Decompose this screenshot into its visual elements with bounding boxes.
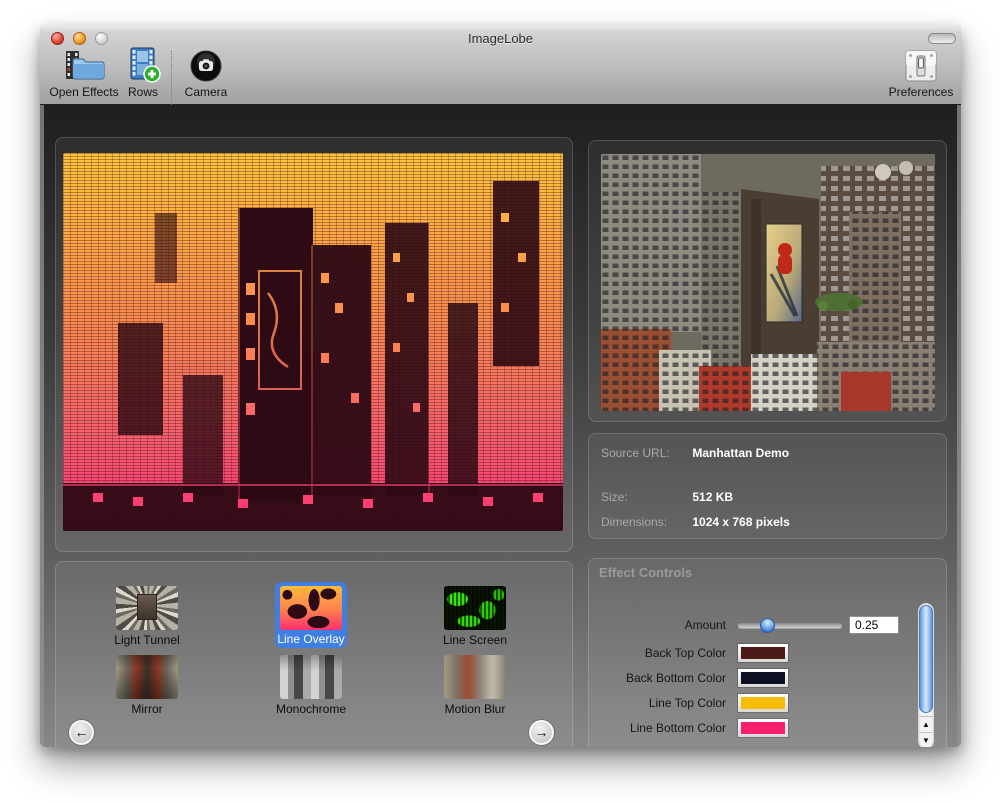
toolbar: ImageLobe Open Effects [40,25,961,105]
effect-item-mirror[interactable]: Mirror [77,655,217,716]
source-url-value: Manhattan Demo [692,446,789,460]
effect-item-motion-blur[interactable]: Motion Blur [405,655,545,716]
preview-panel [55,137,573,552]
scroll-up-button[interactable]: ▲ [919,716,933,732]
scrollbar-thumb[interactable] [919,605,933,713]
line-screen-thumbnail[interactable] [444,586,506,630]
camera-label: Camera [180,85,232,99]
arrow-up-icon: ▲ [922,720,930,729]
window-edge-left [40,105,44,747]
effect-label: Monochrome [241,702,381,716]
rows-label: Rows [120,85,166,99]
effect-label: Light Tunnel [77,633,217,647]
back-bottom-color-well[interactable] [738,669,788,687]
size-value: 512 KB [692,490,733,504]
zoom-button[interactable] [95,32,108,45]
open-effects-button[interactable]: Open Effects [48,47,120,99]
effect-controls-title: Effect Controls [599,565,692,580]
size-label: Size: [601,490,689,504]
camera-icon [180,47,232,83]
camera-button[interactable]: Camera [180,47,232,99]
info-row-size: Size: 512 KB [601,490,733,504]
image-info-panel: Source URL: Manhattan Demo Size: 512 KB … [588,433,947,539]
amount-label: Amount [596,618,726,632]
open-effects-label: Open Effects [48,85,120,99]
effect-label: Motion Blur [405,702,545,716]
arrow-right-icon: → [535,724,549,740]
light-tunnel-thumbnail[interactable] [116,586,178,630]
monochrome-thumbnail[interactable] [280,655,342,699]
app-window: ImageLobe Open Effects [40,25,961,747]
previous-page-button[interactable]: ← [69,720,94,745]
film-add-icon [120,47,166,83]
selection-highlight[interactable]: Line Overlay [275,582,347,648]
arrow-down-icon: ▼ [922,736,930,745]
info-row-dimensions: Dimensions: 1024 x 768 pixels [601,515,790,529]
close-button[interactable] [51,32,64,45]
rows-button[interactable]: Rows [120,47,166,99]
amount-slider-thumb[interactable] [760,618,775,633]
effects-folder-icon [48,47,120,83]
controls-scrollbar[interactable]: ▲ ▼ [918,603,934,747]
amount-slider[interactable] [738,623,842,628]
light-switch-icon [885,47,957,83]
line-bottom-color-label: Line Bottom Color [596,721,726,735]
info-row-source: Source URL: Manhattan Demo [601,446,789,460]
dimensions-label: Dimensions: [601,515,689,529]
effect-label: Line Screen [405,633,545,647]
next-page-button[interactable]: → [529,720,554,745]
effects-browser-panel: Light Tunnel Line Overlay Line Screen Mi… [55,561,573,747]
mirror-thumbnail[interactable] [116,655,178,699]
window-title: ImageLobe [40,31,961,46]
back-bottom-color-label: Back Bottom Color [596,671,726,685]
minimize-button[interactable] [73,32,86,45]
effect-label: Mirror [77,702,217,716]
effect-item-light-tunnel[interactable]: Light Tunnel [77,586,217,647]
toolbar-separator [171,51,172,107]
source-url-label: Source URL: [601,446,689,460]
effect-controls-panel: Effect Controls Amount Back Top Color Ba… [588,558,947,747]
arrow-left-icon: ← [75,724,89,740]
line-overlay-thumbnail[interactable] [280,586,342,630]
window-content: Source URL: Manhattan Demo Size: 512 KB … [40,105,961,747]
dimensions-value: 1024 x 768 pixels [692,515,789,529]
source-image-panel [588,140,947,422]
toolbar-toggle-pill[interactable] [928,33,956,44]
processed-image-preview [63,153,563,531]
effect-label: Line Overlay [275,632,347,646]
effect-item-monochrome[interactable]: Monochrome [241,655,381,716]
scroll-down-button[interactable]: ▼ [919,732,933,747]
line-top-color-label: Line Top Color [596,696,726,710]
effect-item-line-overlay[interactable]: Line Overlay [241,586,381,648]
preferences-button[interactable]: Preferences [885,47,957,99]
line-top-color-well[interactable] [738,694,788,712]
preferences-label: Preferences [885,85,957,99]
source-image-thumbnail [601,154,935,411]
line-bottom-color-well[interactable] [738,719,788,737]
motion-blur-thumbnail[interactable] [444,655,506,699]
back-top-color-label: Back Top Color [596,646,726,660]
back-top-color-well[interactable] [738,644,788,662]
amount-input[interactable] [849,616,899,634]
window-edge-right [957,105,961,747]
effect-item-line-screen[interactable]: Line Screen [405,586,545,647]
